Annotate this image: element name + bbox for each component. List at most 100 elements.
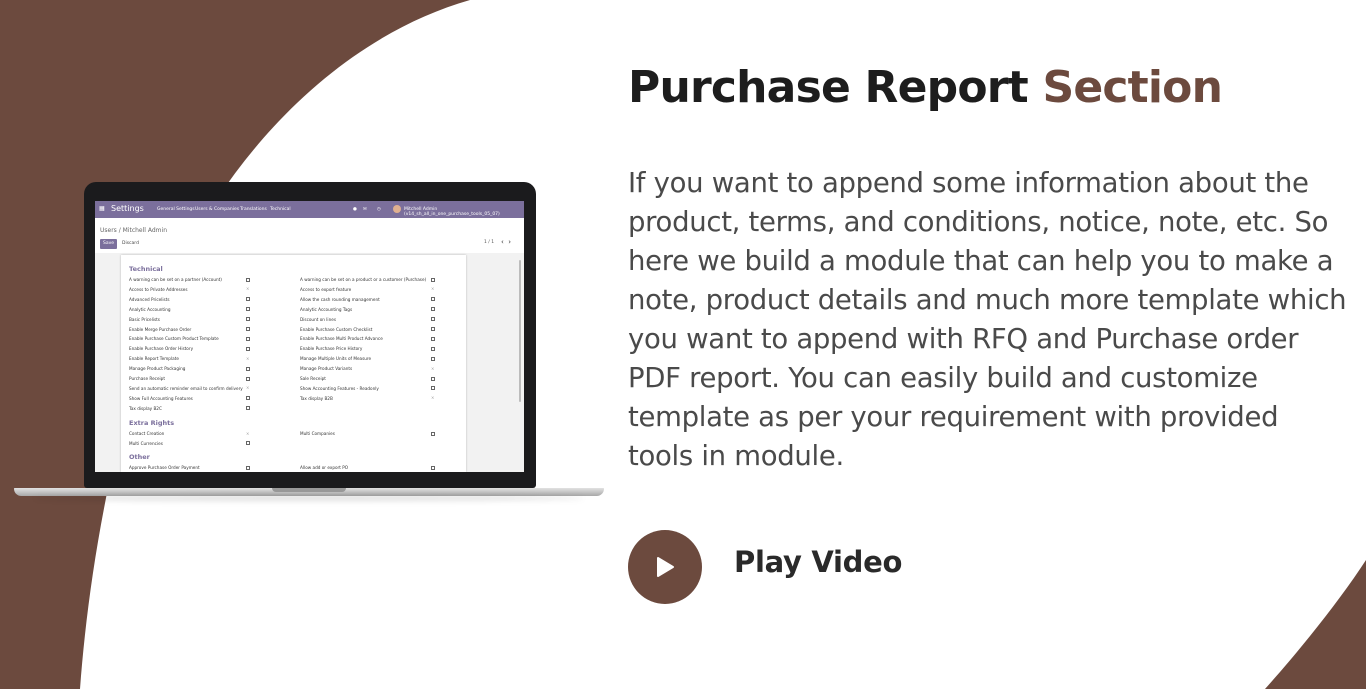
chevron-right-icon[interactable]: › <box>508 238 511 246</box>
setting-checkbox[interactable] <box>246 277 250 282</box>
menu-translations[interactable]: Translations <box>240 207 267 212</box>
setting-checkbox[interactable] <box>431 431 435 436</box>
avatar[interactable] <box>393 205 401 213</box>
setting-label: Allow the cash rounding management <box>300 296 380 302</box>
menu-users-companies[interactable]: Users & Companies <box>195 207 239 212</box>
setting-label: Enable Merge Purchase Order <box>129 326 192 332</box>
setting-checkbox[interactable] <box>431 386 435 391</box>
discard-button[interactable]: Discard <box>122 241 139 246</box>
setting-label: Manage Product Packaging <box>129 366 186 372</box>
setting-label: Show Accounting Features - Readonly <box>300 385 379 391</box>
form-background: Technical A warning can be set on a partn… <box>95 253 524 472</box>
setting-label: Enable Report Template <box>129 356 179 362</box>
setting-checkbox[interactable] <box>246 376 250 381</box>
remove-icon[interactable]: × <box>246 431 249 436</box>
menu-general-settings[interactable]: General Settings <box>157 207 195 212</box>
play-video-label[interactable]: Play Video <box>734 545 902 579</box>
remove-icon[interactable]: × <box>431 366 434 371</box>
pager-arrows[interactable]: ‹ › <box>501 238 511 246</box>
background-corner-shape <box>1265 560 1366 689</box>
setting-label: Enable Purchase Multi Product Advance <box>300 336 383 342</box>
section-title-extra-rights: Extra Rights <box>129 419 175 427</box>
laptop-lid: ▦ Settings General Settings Users & Comp… <box>84 182 536 488</box>
setting-checkbox[interactable] <box>431 346 435 351</box>
laptop-shadow <box>34 495 584 501</box>
setting-label: Tax display B2B <box>300 395 333 401</box>
laptop-screen: ▦ Settings General Settings Users & Comp… <box>95 201 524 472</box>
setting-label: Enable Purchase Order History <box>129 346 194 352</box>
setting-label: Multi Currencies <box>129 440 163 446</box>
setting-label: Purchase Receipt <box>129 376 165 381</box>
setting-label: Sale Receipt <box>300 376 326 381</box>
scrollbar[interactable] <box>519 260 521 402</box>
setting-checkbox[interactable] <box>246 297 250 302</box>
setting-label: Approve Purchase Order Payment <box>129 465 200 470</box>
title-accent: Section <box>1042 62 1223 113</box>
setting-label: Advanced Pricelists <box>129 296 170 302</box>
title-main: Purchase Report <box>628 62 1029 113</box>
settings-form-sheet: Technical A warning can be set on a partn… <box>121 255 466 472</box>
setting-label: A warning can be set on a product or a c… <box>300 277 427 282</box>
menu-technical[interactable]: Technical <box>270 207 291 212</box>
setting-checkbox[interactable] <box>246 346 250 351</box>
setting-label: Multi Companies <box>300 431 335 436</box>
setting-checkbox[interactable] <box>246 307 250 312</box>
setting-checkbox[interactable] <box>246 366 250 371</box>
apps-grid-icon[interactable]: ▦ <box>99 206 105 212</box>
setting-label: Enable Purchase Price History <box>300 346 363 352</box>
odoo-navbar: ▦ Settings General Settings Users & Comp… <box>95 201 524 218</box>
setting-label: Access to Private Addresses <box>129 286 188 292</box>
setting-checkbox[interactable] <box>431 307 435 312</box>
chevron-left-icon[interactable]: ‹ <box>501 238 504 246</box>
setting-checkbox[interactable] <box>431 297 435 302</box>
activity-icon[interactable]: ◷ <box>377 207 381 212</box>
setting-checkbox[interactable] <box>246 441 250 446</box>
setting-label: Access to export feature <box>300 286 352 292</box>
remove-icon[interactable]: × <box>431 396 434 400</box>
save-button[interactable]: Save <box>100 239 117 249</box>
setting-label: Basic Pricelists <box>129 316 160 322</box>
setting-label: Analytic Accounting <box>129 306 171 312</box>
remove-icon[interactable]: × <box>246 356 249 361</box>
setting-label: Analytic Accounting Tags <box>300 306 353 312</box>
laptop-mockup: ▦ Settings General Settings Users & Comp… <box>14 182 604 512</box>
setting-label: Contact Creation <box>129 431 165 436</box>
play-video-button[interactable] <box>628 530 702 604</box>
setting-label: Allow add or export PO <box>300 465 349 470</box>
chat-icon[interactable]: ✉ <box>363 207 367 212</box>
setting-label: Manage Multiple Units of Measure <box>300 356 372 362</box>
setting-checkbox[interactable] <box>431 465 435 470</box>
setting-checkbox[interactable] <box>431 356 435 361</box>
setting-checkbox[interactable] <box>431 336 435 341</box>
app-title[interactable]: Settings <box>111 204 144 213</box>
setting-label: Enable Purchase Custom Checklist <box>300 326 373 332</box>
setting-label: Show Full Accounting Features <box>129 395 193 401</box>
setting-checkbox[interactable] <box>431 277 435 282</box>
bug-icon[interactable]: ● <box>353 207 357 212</box>
setting-checkbox[interactable] <box>431 327 435 331</box>
setting-label: Manage Product Variants <box>300 366 353 372</box>
remove-icon[interactable]: × <box>246 287 249 291</box>
remove-icon[interactable]: × <box>431 287 434 291</box>
setting-checkbox[interactable] <box>431 376 435 381</box>
setting-label: Discount on lines <box>300 316 337 322</box>
setting-label: Tax display B2C <box>129 405 162 411</box>
play-icon <box>657 557 674 577</box>
user-menu[interactable]: Mitchell Admin (v14_sh_all_in_one_purcha… <box>404 207 524 217</box>
setting-checkbox[interactable] <box>246 327 250 331</box>
section-title-other: Other <box>129 453 150 461</box>
setting-checkbox[interactable] <box>246 465 250 470</box>
page-title: Purchase Report Section <box>628 62 1223 113</box>
laptop-notch <box>272 488 346 492</box>
setting-checkbox[interactable] <box>246 406 250 411</box>
pager-value: 1 / 1 <box>484 240 495 245</box>
setting-checkbox[interactable] <box>246 396 250 401</box>
breadcrumb[interactable]: Users / Mitchell Admin <box>100 227 167 234</box>
setting-checkbox[interactable] <box>246 336 250 341</box>
setting-checkbox[interactable] <box>431 317 435 322</box>
description: If you want to append some information a… <box>628 167 1347 472</box>
setting-checkbox[interactable] <box>246 317 250 322</box>
section-title-technical: Technical <box>129 265 163 273</box>
remove-icon[interactable]: × <box>246 386 249 390</box>
setting-label: Enable Purchase Custom Product Template <box>129 336 219 342</box>
